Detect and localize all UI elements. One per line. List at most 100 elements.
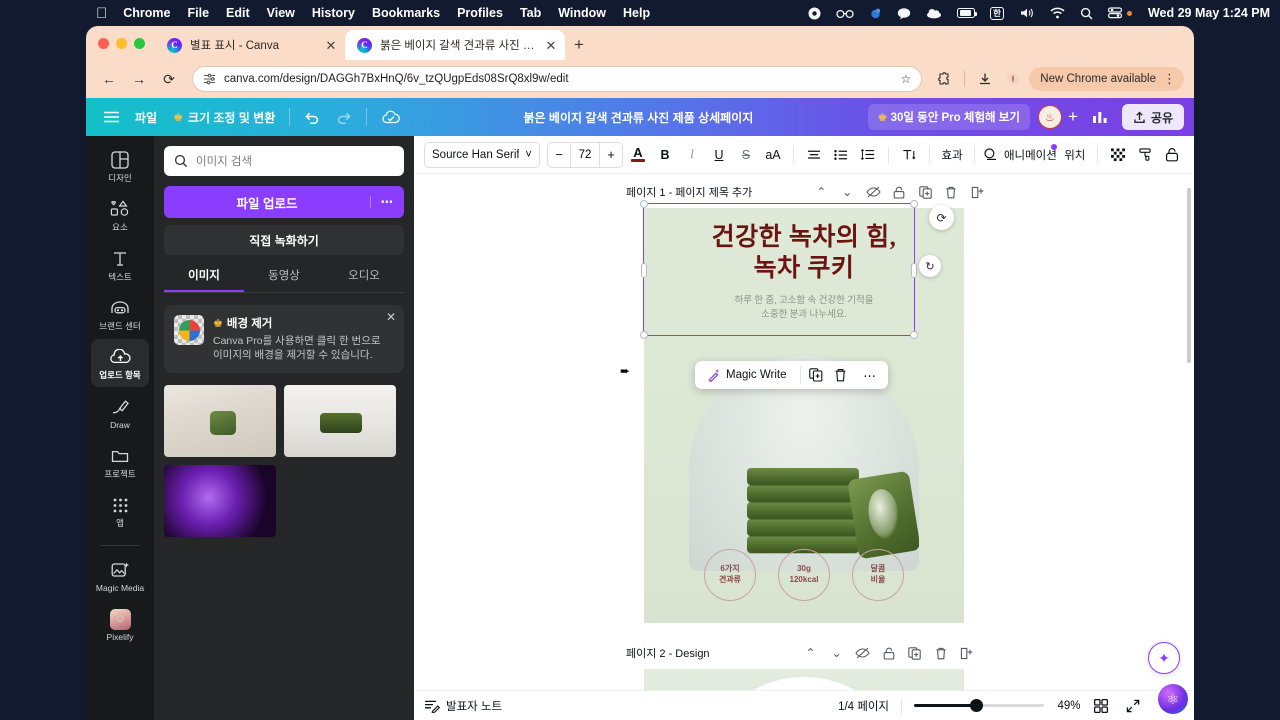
thumbnail-cookie-stack[interactable]: [284, 385, 396, 458]
user-avatar[interactable]: ♨: [1037, 105, 1062, 129]
menu-bookmarks[interactable]: Bookmarks: [372, 6, 440, 20]
browser-tab-1[interactable]: C 별표 표시 - Canva ✕: [155, 30, 345, 60]
add-page-icon[interactable]: [964, 182, 990, 202]
resize-handle-tl[interactable]: [640, 200, 648, 208]
page1-title[interactable]: 페이지 1 - 페이지 제목 추가: [626, 184, 752, 200]
cloud-icon[interactable]: [926, 7, 942, 19]
text-color-button[interactable]: A: [626, 142, 650, 168]
zoom-slider[interactable]: [914, 699, 1044, 713]
korean-input-icon[interactable]: 한: [990, 6, 1004, 20]
add-page-icon[interactable]: [954, 643, 980, 663]
font-size-value[interactable]: 72: [570, 142, 600, 167]
sidebar-item-projects[interactable]: 프로젝트: [91, 438, 149, 485]
speaker-notes-button[interactable]: 발표자 노트: [424, 698, 502, 714]
tab-images[interactable]: 이미지: [164, 267, 244, 292]
chevron-down-icon[interactable]: ⌄: [834, 182, 860, 202]
search-icon[interactable]: [1080, 7, 1093, 20]
position-button[interactable]: 위치: [1060, 142, 1089, 168]
site-settings-icon[interactable]: [203, 73, 216, 85]
apple-menu-icon[interactable]: : [96, 6, 107, 21]
chrome-update-pill[interactable]: New Chrome available ⋮: [1029, 67, 1184, 91]
add-collaborator-button[interactable]: +: [1062, 107, 1084, 127]
magic-write-button[interactable]: Magic Write: [702, 368, 792, 382]
thumbnail-purple-smoke[interactable]: [164, 465, 276, 538]
badge-3[interactable]: 달콤 비율: [852, 549, 904, 601]
text-selection-box[interactable]: [640, 200, 918, 339]
chevron-down-icon[interactable]: ⌄: [824, 643, 850, 663]
menu-tab[interactable]: Tab: [520, 6, 541, 20]
profile-avatar-icon[interactable]: [1001, 67, 1025, 91]
record-dot-icon[interactable]: [808, 7, 821, 20]
animate-button[interactable]: 애니메이션: [983, 142, 1058, 168]
menu-file[interactable]: File: [187, 6, 209, 20]
badge-2[interactable]: 30g 120kcal: [778, 549, 830, 601]
new-tab-button[interactable]: +: [565, 30, 593, 60]
close-tab-icon[interactable]: ✕: [323, 39, 339, 52]
page-indicator[interactable]: 1/4 페이지: [838, 698, 889, 714]
lock-page-icon[interactable]: [876, 643, 902, 663]
tab-audio[interactable]: 오디오: [324, 267, 404, 292]
sidebar-item-apps[interactable]: 앱: [91, 487, 149, 534]
spectacles-icon[interactable]: [836, 8, 854, 19]
minimize-window-button[interactable]: [116, 37, 127, 49]
browser-tab-2[interactable]: C 붉은 베이지 갈색 견과류 사진 제품 ✕: [345, 30, 565, 60]
upload-file-button[interactable]: 파일 업로드 ⋯: [164, 186, 404, 218]
underline-button[interactable]: U: [707, 142, 731, 168]
font-size-stepper[interactable]: − 72 +: [547, 141, 623, 168]
insights-chart-icon[interactable]: [1084, 106, 1116, 128]
page2-title[interactable]: 페이지 2 - Design: [626, 645, 710, 661]
resize-handle-bl[interactable]: [640, 331, 648, 339]
forward-icon[interactable]: →: [126, 66, 152, 92]
back-icon[interactable]: ←: [96, 66, 122, 92]
menubar-clock[interactable]: Wed 29 May 1:24 PM: [1148, 6, 1270, 20]
sidebar-item-design[interactable]: 디자인: [91, 142, 149, 189]
chevron-up-icon[interactable]: ⌃: [808, 182, 834, 202]
kebab-menu-icon[interactable]: ⋮: [1163, 71, 1176, 87]
ai-sparkle-icon[interactable]: ✦: [1148, 642, 1180, 674]
hide-page-icon[interactable]: [860, 182, 886, 202]
close-icon[interactable]: ✕: [386, 310, 396, 324]
italic-button[interactable]: I: [680, 142, 704, 168]
strikethrough-button[interactable]: S: [734, 142, 758, 168]
resize-handle-left[interactable]: [641, 263, 647, 278]
lock-icon[interactable]: [1160, 142, 1184, 168]
battery-icon[interactable]: [957, 8, 978, 18]
menu-chrome[interactable]: Chrome: [123, 6, 170, 20]
ellipsis-icon[interactable]: ⋯: [370, 196, 404, 209]
ellipsis-icon[interactable]: ⋯: [859, 368, 881, 383]
grid-view-icon[interactable]: [1094, 698, 1118, 713]
menu-history[interactable]: History: [312, 6, 355, 20]
document-title[interactable]: 붉은 베이지 갈색 견과류 사진 제품 상세페이지: [524, 109, 754, 126]
zoom-knob[interactable]: [970, 699, 983, 712]
canvas-scrollbar[interactable]: [1187, 188, 1191, 363]
download-icon[interactable]: [973, 67, 997, 91]
wifi-icon[interactable]: [1050, 7, 1065, 19]
hamburger-icon[interactable]: [96, 107, 127, 127]
redo-icon[interactable]: [328, 107, 360, 128]
close-window-button[interactable]: [98, 37, 109, 49]
background-remover-promo[interactable]: ✕ ♚ 배경 제거 Canva Pro를 사용하면 클릭 한 번으로 이미지의 …: [164, 305, 404, 374]
sidebar-item-text[interactable]: 텍스트: [91, 241, 149, 288]
resize-handle-tr[interactable]: [910, 200, 918, 208]
fullscreen-icon[interactable]: [1126, 699, 1150, 713]
star-icon[interactable]: ☆: [901, 72, 912, 86]
share-button[interactable]: 공유: [1121, 104, 1184, 130]
sidebar-item-elements[interactable]: 요소: [91, 191, 149, 238]
reload-icon[interactable]: ⟳: [156, 66, 182, 92]
speaker-icon[interactable]: [1019, 7, 1035, 19]
puzzle-icon[interactable]: [932, 67, 956, 91]
menu-edit[interactable]: Edit: [226, 6, 250, 20]
effects-button[interactable]: 효과: [938, 142, 967, 168]
delete-page-icon[interactable]: [928, 643, 954, 663]
ai-brain-icon[interactable]: ⚛: [1158, 684, 1188, 714]
duplicate-page-icon[interactable]: [912, 182, 938, 202]
menu-profiles[interactable]: Profiles: [457, 6, 503, 20]
control-center-icon[interactable]: [1107, 7, 1132, 19]
increase-font-size-button[interactable]: +: [600, 143, 622, 167]
chevron-up-icon[interactable]: ⌃: [798, 643, 824, 663]
delete-page-icon[interactable]: [938, 182, 964, 202]
speech-bubble-icon[interactable]: [897, 7, 911, 20]
sidebar-item-brand-center[interactable]: 브랜드 센터: [91, 290, 149, 337]
record-yourself-button[interactable]: 직접 녹화하기: [164, 225, 404, 255]
search-input[interactable]: 이미지 검색: [164, 146, 404, 176]
